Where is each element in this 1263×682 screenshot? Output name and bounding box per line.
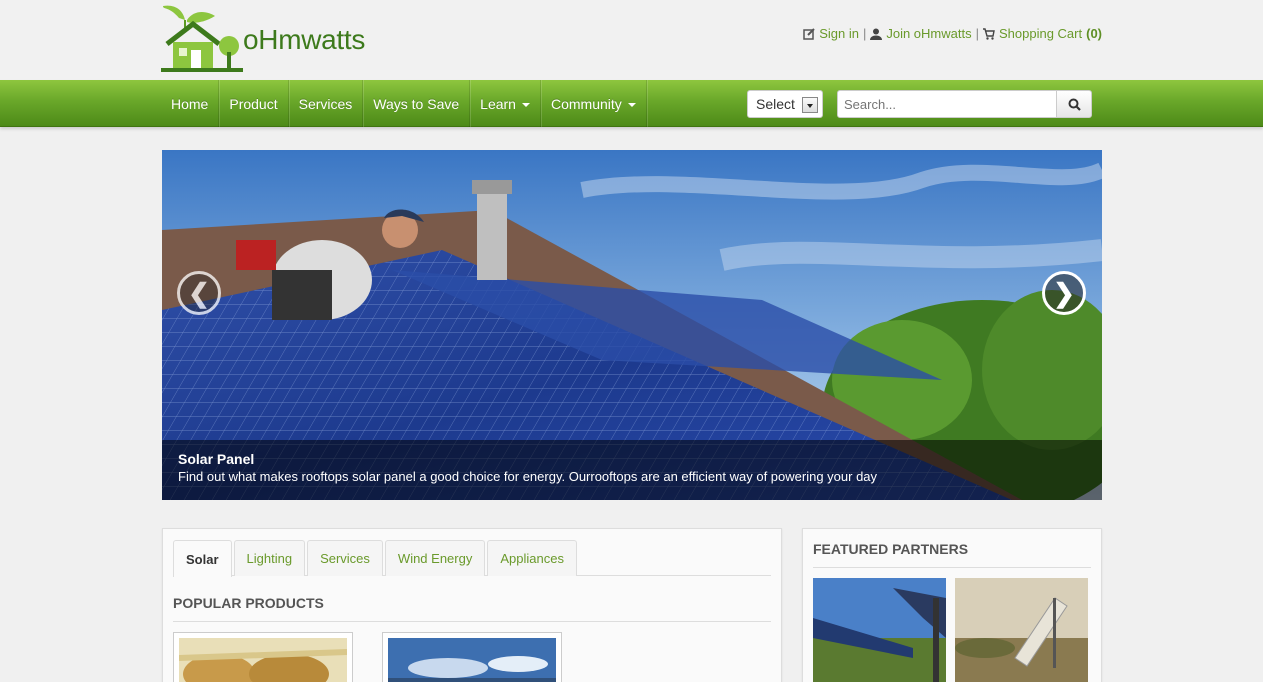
nav-item-community[interactable]: Community bbox=[541, 80, 647, 127]
tab-services[interactable]: Services bbox=[307, 540, 383, 576]
user-icon bbox=[870, 28, 883, 40]
separator: | bbox=[862, 26, 867, 41]
solar-panel-field-image bbox=[955, 578, 1088, 682]
top-links: Sign in | Join oHmwatts | Shopping Cart … bbox=[803, 26, 1102, 41]
solar-field-image bbox=[813, 578, 946, 682]
tab-label: Solar bbox=[186, 551, 219, 567]
featured-partners-heading: FEATURED PARTNERS bbox=[813, 541, 969, 557]
product-image bbox=[388, 638, 556, 682]
slide-title: Solar Panel bbox=[178, 451, 255, 467]
partner-image[interactable] bbox=[813, 578, 946, 682]
sign-in-link[interactable]: Sign in bbox=[803, 26, 859, 41]
select-value: Select bbox=[756, 96, 795, 112]
cart-count: (0) bbox=[1086, 26, 1102, 41]
tab-label: Appliances bbox=[500, 551, 564, 566]
tab-solar[interactable]: Solar bbox=[173, 540, 232, 577]
product-image bbox=[179, 638, 347, 682]
slider-prev-button[interactable]: ❮ bbox=[177, 271, 221, 315]
partner-image[interactable] bbox=[955, 578, 1088, 682]
product-thumbnail[interactable] bbox=[382, 632, 562, 682]
tab-wind-energy[interactable]: Wind Energy bbox=[384, 540, 486, 576]
tab-label: Lighting bbox=[246, 551, 293, 566]
nav-item-label: Home bbox=[171, 95, 209, 112]
nav-item-label: Community bbox=[550, 95, 622, 112]
tab-appliances[interactable]: Appliances bbox=[487, 540, 577, 576]
featured-partners-panel: FEATURED PARTNERS bbox=[802, 528, 1102, 682]
nav-item-ways-to-save[interactable]: Ways to Save bbox=[363, 80, 471, 127]
nav-item-home[interactable]: Home bbox=[161, 80, 220, 127]
caret-down-icon bbox=[521, 102, 530, 107]
join-label: Join oHmwatts bbox=[886, 26, 972, 41]
search-icon bbox=[1068, 98, 1081, 111]
brand-name: oHmwatts bbox=[243, 24, 366, 55]
nav-item-product[interactable]: Product bbox=[219, 80, 289, 127]
products-panel: Solar Lighting Services Wind Energy Appl… bbox=[162, 528, 782, 682]
tab-label: Services bbox=[320, 551, 370, 566]
separator: | bbox=[975, 26, 979, 41]
cart-icon bbox=[982, 27, 995, 40]
sign-in-label: Sign in bbox=[819, 26, 859, 41]
site-header: oHmwatts Sign in | Join oHmwatts | Shopp… bbox=[0, 0, 1263, 80]
tab-label: Wind Energy bbox=[397, 551, 473, 566]
tab-lighting[interactable]: Lighting bbox=[233, 540, 306, 576]
hero-slider: ❮ ❯ Solar Panel Find out what makes roof… bbox=[162, 150, 1102, 500]
main-nav: Home Product Services Ways to Save Learn… bbox=[0, 80, 1263, 127]
slider-next-button[interactable]: ❯ bbox=[1042, 271, 1086, 315]
dropdown-arrow-icon bbox=[802, 97, 818, 113]
nav-menu: Home Product Services Ways to Save Learn… bbox=[161, 80, 647, 127]
shopping-cart-link[interactable]: Shopping Cart (0) bbox=[982, 26, 1102, 41]
join-link[interactable]: Join oHmwatts bbox=[870, 26, 972, 41]
product-thumbnail[interactable] bbox=[173, 632, 353, 682]
divider bbox=[173, 621, 771, 622]
slide-description: Find out what makes rooftops solar panel… bbox=[178, 469, 878, 484]
chevron-right-icon: ❯ bbox=[1053, 277, 1075, 308]
edit-icon bbox=[803, 27, 815, 40]
divider bbox=[813, 567, 1091, 568]
nav-item-label: Services bbox=[298, 95, 353, 112]
popular-products-heading: POPULAR PRODUCTS bbox=[173, 595, 324, 611]
slide-caption: Solar Panel Find out what makes rooftops… bbox=[162, 440, 1102, 500]
nav-item-label: Learn bbox=[480, 95, 516, 112]
cart-label: Shopping Cart bbox=[998, 26, 1083, 41]
nav-item-label: Ways to Save bbox=[373, 95, 460, 112]
search-input[interactable] bbox=[837, 90, 1057, 118]
search-button[interactable] bbox=[1056, 90, 1092, 118]
chevron-left-icon: ❮ bbox=[188, 277, 210, 308]
category-tabs: Solar Lighting Services Wind Energy Appl… bbox=[173, 540, 771, 577]
nav-item-services[interactable]: Services bbox=[289, 80, 364, 127]
nav-item-label: Product bbox=[229, 95, 278, 112]
caret-down-icon bbox=[627, 102, 636, 107]
category-select[interactable]: Select bbox=[747, 90, 823, 118]
nav-item-learn[interactable]: Learn bbox=[470, 80, 541, 127]
